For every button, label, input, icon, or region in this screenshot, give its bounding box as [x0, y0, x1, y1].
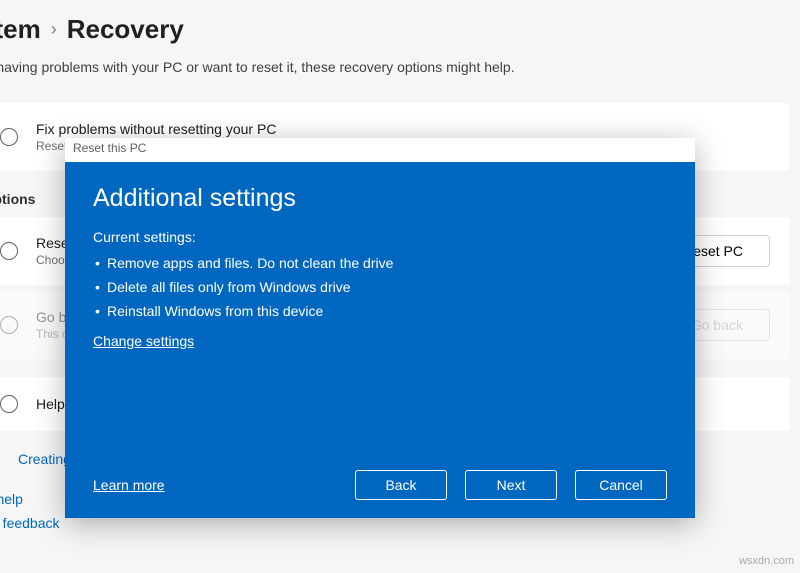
- reset-pc-dialog: Reset this PC Additional settings Curren…: [65, 138, 695, 518]
- info-icon: [0, 128, 18, 146]
- dialog-heading: Additional settings: [93, 184, 667, 213]
- page-subtitle: re having problems with your PC or want …: [0, 59, 800, 75]
- settings-item: Remove apps and files. Do not clean the …: [93, 251, 667, 275]
- dialog-body: Additional settings Current settings: Re…: [65, 162, 695, 518]
- dialog-titlebar: Reset this PC: [65, 138, 695, 162]
- settings-list: Remove apps and files. Do not clean the …: [93, 251, 667, 323]
- learn-more-link[interactable]: Learn more: [93, 477, 165, 493]
- help-icon: [0, 395, 18, 413]
- current-settings-label: Current settings:: [93, 229, 667, 245]
- watermark: wsxdn.com: [739, 555, 794, 567]
- change-settings-link[interactable]: Change settings: [93, 333, 667, 349]
- dialog-footer: Learn more Back Next Cancel: [93, 470, 667, 500]
- settings-item: Reinstall Windows from this device: [93, 299, 667, 323]
- breadcrumb: stem › Recovery: [0, 0, 800, 51]
- goback-icon: [0, 316, 18, 334]
- settings-item: Delete all files only from Windows drive: [93, 275, 667, 299]
- chevron-right-icon: ›: [51, 19, 57, 40]
- card-title: Fix problems without resetting your PC: [36, 121, 770, 137]
- reset-icon: [0, 242, 18, 260]
- back-button[interactable]: Back: [355, 470, 447, 500]
- cancel-button[interactable]: Cancel: [575, 470, 667, 500]
- next-button[interactable]: Next: [465, 470, 557, 500]
- breadcrumb-current: Recovery: [67, 14, 184, 45]
- breadcrumb-parent[interactable]: stem: [0, 14, 41, 45]
